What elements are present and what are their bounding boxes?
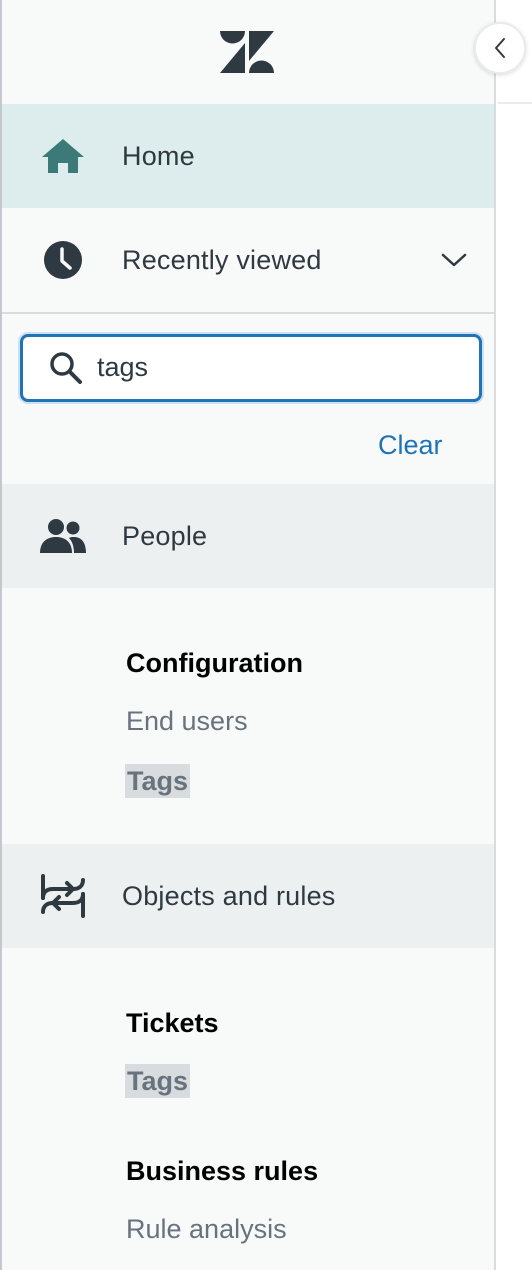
search-field[interactable] <box>20 334 482 402</box>
clear-search-link[interactable]: Clear <box>378 430 443 461</box>
chevron-left-icon <box>495 38 505 58</box>
section-heading-business-rules: Business rules <box>126 1156 319 1186</box>
zendesk-logo[interactable] <box>2 0 494 104</box>
link-rule-analysis[interactable]: Rule analysis <box>126 1214 287 1245</box>
zendesk-logo-icon <box>220 31 274 73</box>
nav-item-people[interactable]: People <box>2 484 494 588</box>
search-icon <box>50 352 82 384</box>
nav-item-recently-viewed[interactable]: Recently viewed <box>2 208 494 314</box>
admin-sidebar: Home Recently viewed Clear <box>0 0 496 1270</box>
nav-item-objects-and-rules[interactable]: Objects and rules <box>2 844 494 948</box>
nav-label-people: People <box>122 520 208 551</box>
clock-icon <box>38 235 88 285</box>
nav-label-objects-and-rules: Objects and rules <box>122 880 336 911</box>
nav-item-home[interactable]: Home <box>2 104 494 208</box>
section-heading-tickets: Tickets <box>126 1008 219 1038</box>
section-heading-configuration: Configuration <box>126 648 303 678</box>
search-input[interactable] <box>97 345 457 389</box>
header-divider <box>498 102 532 104</box>
nav-label-home: Home <box>122 140 195 171</box>
admin-center-window: Home Recently viewed Clear <box>0 0 532 1270</box>
people-icon <box>38 511 88 561</box>
collapse-sidebar-button[interactable] <box>474 22 526 74</box>
link-tickets-tags[interactable]: Tags <box>125 1064 191 1098</box>
link-people-tags[interactable]: Tags <box>125 764 191 798</box>
objects-rules-icon <box>38 871 88 921</box>
chevron-down-icon[interactable] <box>440 250 468 270</box>
link-end-users[interactable]: End users <box>126 706 248 737</box>
nav-label-recently-viewed: Recently viewed <box>122 244 322 275</box>
home-icon <box>38 131 88 181</box>
